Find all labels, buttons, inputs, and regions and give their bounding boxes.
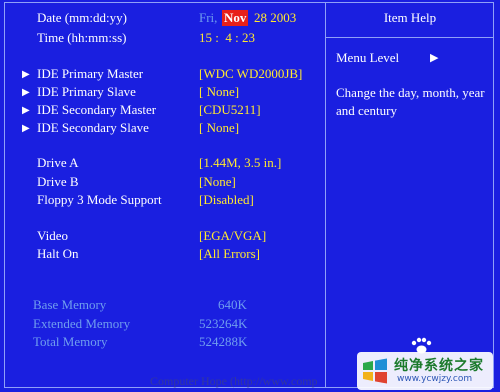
bios-setup-screen: Date (mm:dd:yy) Fri, Nov 28 2003 Time (h… (0, 0, 500, 392)
drive-a-label: Drive A (37, 155, 79, 170)
video-value[interactable]: [EGA/VGA] (199, 228, 266, 244)
date-month-field[interactable]: Nov (222, 10, 249, 26)
extended-memory-label: Extended Memory (33, 316, 131, 331)
item-help-title: Item Help (383, 10, 437, 25)
floppy-3-mode-label: Floppy 3 Mode Support (37, 192, 162, 207)
submenu-arrow-icon: ▶ (22, 105, 30, 116)
total-memory-value: 524288K (199, 334, 248, 349)
date-label: Date (mm:dd:yy) (37, 10, 127, 25)
ide-secondary-slave-label: IDE Secondary Slave (37, 120, 149, 135)
watermark-text: Computer Hope (http://www.comp (150, 374, 318, 388)
ide-primary-slave-value: [ None] (199, 84, 240, 99)
ide-secondary-master-value: [CDU5211] (199, 102, 261, 117)
ide-primary-slave-label: IDE Primary Slave (37, 84, 136, 99)
menu-level-arrow-icon: ▶ (430, 52, 439, 64)
base-memory-label: Base Memory (33, 297, 107, 312)
base-memory-value: 640K (218, 297, 247, 312)
logo-name: 纯净系统之家 (394, 358, 484, 374)
submenu-arrow-icon: ▶ (22, 123, 30, 134)
total-memory-label: Total Memory (33, 334, 108, 349)
ide-primary-master-label: IDE Primary Master (37, 66, 144, 81)
panel-divider (325, 2, 326, 388)
windows-logo-icon (363, 358, 387, 384)
help-title-divider (326, 37, 494, 38)
video-label: Video (37, 228, 68, 243)
help-description: Change the day, month, year and century (336, 85, 485, 118)
time-label: Time (hh:mm:ss) (37, 30, 127, 45)
time-field[interactable]: 15 : 4 : 23 (199, 30, 255, 46)
halt-on-label: Halt On (37, 246, 79, 261)
halt-on-value[interactable]: [All Errors] (199, 246, 260, 262)
ide-secondary-master-label: IDE Secondary Master (37, 102, 157, 117)
date-day-year-field[interactable]: 28 2003 (254, 10, 296, 26)
drive-a-value[interactable]: [1.44M, 3.5 in.] (199, 155, 281, 171)
extended-memory-value: 523264K (199, 316, 248, 331)
site-logo: 纯净系统之家 www.ycwjzy.com (357, 352, 493, 390)
ide-secondary-slave-value: [ None] (199, 120, 240, 135)
ide-primary-master-value: [WDC WD2000JB] (199, 66, 303, 81)
menu-level-label: Menu Level (336, 50, 400, 65)
drive-b-label: Drive B (37, 174, 79, 189)
floppy-3-mode-value[interactable]: [Disabled] (199, 192, 254, 208)
submenu-arrow-icon: ▶ (22, 87, 30, 98)
submenu-arrow-icon: ▶ (22, 69, 30, 80)
logo-url: www.ycwjzy.com (397, 374, 473, 384)
drive-b-value[interactable]: [None] (199, 174, 236, 190)
date-weekday: Fri, (199, 10, 218, 25)
